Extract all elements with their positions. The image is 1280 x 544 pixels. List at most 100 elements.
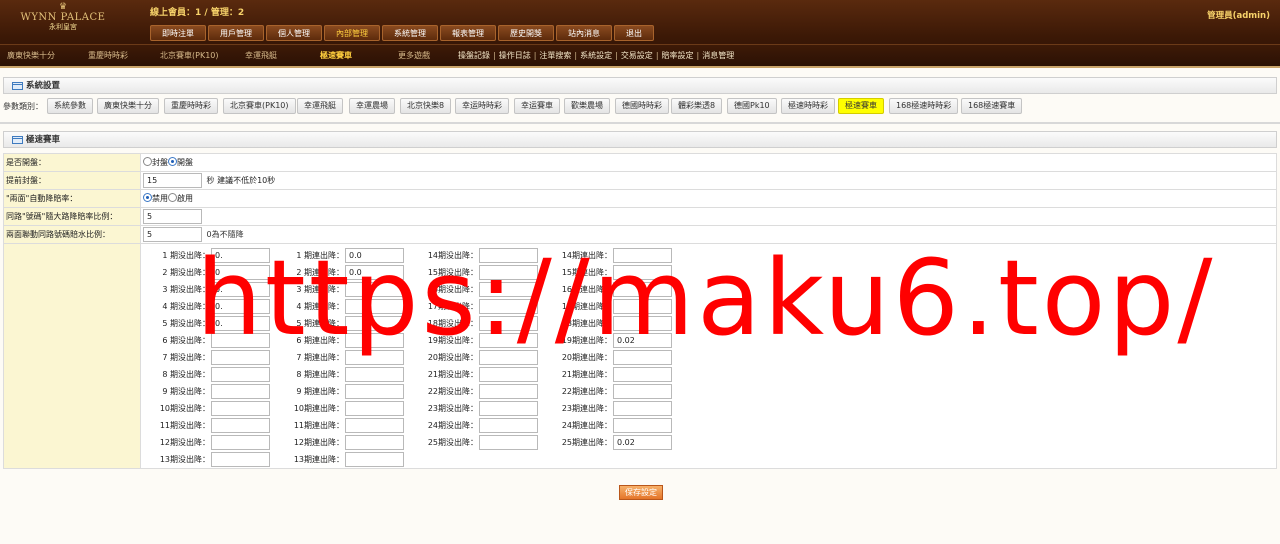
category-button[interactable]: 德國時時彩 [615,98,669,114]
radio-open[interactable] [168,157,177,166]
category-button[interactable]: 體彩樂透8 [671,98,723,114]
game-nav-item[interactable]: 更多遊戲 [398,50,430,61]
grid-row-input[interactable] [479,384,538,399]
game-nav-item[interactable]: 北京賽車(PK10) [160,50,219,61]
grid-row-input[interactable] [211,333,270,348]
grid-row-input[interactable] [479,350,538,365]
grid-row-input[interactable] [211,435,270,450]
grid-row-input[interactable] [479,248,538,263]
game-nav-item[interactable]: 極速賽車 [320,50,352,61]
grid-row-input[interactable] [345,350,404,365]
grid-row-input[interactable] [345,435,404,450]
grid-row-input[interactable] [345,316,404,331]
top-nav-item[interactable]: 報表管理 [440,25,496,41]
grid-row-input[interactable] [211,418,270,433]
grid-row-input[interactable] [479,282,538,297]
grid-row-input[interactable]: 0.02 [613,333,672,348]
grid-row-input[interactable] [479,333,538,348]
grid-row-input[interactable]: 0.0 [345,265,404,280]
top-nav-item[interactable]: 即時注單 [150,25,206,41]
grid-row-input[interactable] [345,418,404,433]
ratio-input[interactable]: 5 [143,209,202,224]
radio-closed[interactable] [143,157,152,166]
category-button[interactable]: 168極速時時彩 [889,98,959,114]
grid-row-input[interactable] [345,367,404,382]
category-button[interactable]: 廣東快樂十分 [97,98,159,114]
admin-user[interactable]: 管理員(admin) [1207,9,1270,21]
sub-nav-item[interactable]: 操作日誌 [499,51,531,60]
linkage-input[interactable]: 5 [143,227,202,242]
game-nav-item[interactable]: 幸運飛艇 [245,50,277,61]
grid-row-input[interactable]: 0.0 [345,248,404,263]
category-button[interactable]: 極速賽車 [838,98,884,114]
sub-nav-item[interactable]: 交易設定 [621,51,653,60]
grid-row-input[interactable]: 0 [211,265,270,280]
grid-row-input[interactable] [345,384,404,399]
top-nav-item[interactable]: 歷史開獎 [498,25,554,41]
category-button[interactable]: 北京賽車(PK10) [223,98,296,114]
grid-row-input[interactable] [613,418,672,433]
grid-row-input[interactable] [211,384,270,399]
grid-row-input[interactable] [613,401,672,416]
grid-row-input[interactable] [211,367,270,382]
radio-enable[interactable] [168,193,177,202]
grid-row-input[interactable] [613,384,672,399]
grid-row-input[interactable] [479,299,538,314]
grid-row-input[interactable] [613,299,672,314]
radio-disable[interactable] [143,193,152,202]
grid-row-input[interactable] [479,265,538,280]
top-nav-item[interactable]: 退出 [614,25,654,41]
category-button[interactable]: 極速時時彩 [781,98,835,114]
top-nav-item[interactable]: 個人管理 [266,25,322,41]
sub-nav-item[interactable]: 注單搜索 [539,51,571,60]
grid-row-input[interactable] [613,316,672,331]
game-nav-item[interactable]: 廣東快樂十分 [7,50,55,61]
sub-nav-item[interactable]: 操盤記錄 [458,51,490,60]
sub-nav-item[interactable]: 賠率設定 [662,51,694,60]
grid-row-input[interactable] [211,452,270,467]
grid-row-input[interactable] [479,401,538,416]
grid-row-input[interactable] [345,401,404,416]
category-button[interactable]: 168極速賽車 [961,98,1023,114]
grid-row-input[interactable] [479,418,538,433]
top-nav-item[interactable]: 內部管理 [324,25,380,41]
grid-row-input[interactable] [613,350,672,365]
game-nav-item[interactable]: 重慶時時彩 [88,50,128,61]
sub-nav-item[interactable]: 消息管理 [702,51,734,60]
sub-nav-item[interactable]: 系統設定 [580,51,612,60]
grid-row-input[interactable]: 0. [211,299,270,314]
top-nav-item[interactable]: 系統管理 [382,25,438,41]
grid-row-input[interactable] [211,350,270,365]
grid-row-input[interactable] [345,299,404,314]
category-button[interactable]: 歡樂農場 [564,98,610,114]
save-button[interactable]: 保存設定 [619,485,663,500]
category-button[interactable]: 幸运賽車 [514,98,560,114]
top-nav-item[interactable]: 用戶管理 [208,25,264,41]
category-button[interactable]: 幸運飛艇 [297,98,343,114]
grid-row-input[interactable] [479,367,538,382]
category-button[interactable]: 系統參數 [47,98,93,114]
grid-row-input[interactable] [613,282,672,297]
grid-row-input[interactable] [211,401,270,416]
category-button[interactable]: 幸运時時彩 [455,98,509,114]
grid-row-input[interactable]: 0. [211,248,270,263]
grid-row-input[interactable]: 0. [211,316,270,331]
category-button[interactable]: 幸運農場 [349,98,395,114]
grid-row-input[interactable] [345,282,404,297]
grid-row-input[interactable]: 0.02 [613,435,672,450]
grid-row-input[interactable] [345,333,404,348]
top-nav-item[interactable]: 站內消息 [556,25,612,41]
category-button[interactable]: 重慶時時彩 [164,98,218,114]
grid-row-input[interactable] [479,316,538,331]
grid-row-input[interactable] [613,265,672,280]
category-button[interactable]: 北京快樂8 [400,98,452,114]
category-button[interactable]: 德國Pk10 [727,98,777,114]
grid-row-input[interactable] [345,452,404,467]
advance-input[interactable]: 15 [143,173,202,188]
nav-separator: | [574,51,578,60]
grid-row-input[interactable] [613,248,672,263]
grid-row: 10期連出降： [275,400,407,417]
grid-row-input[interactable]: 0. [211,282,270,297]
grid-row-input[interactable] [479,435,538,450]
grid-row-input[interactable] [613,367,672,382]
